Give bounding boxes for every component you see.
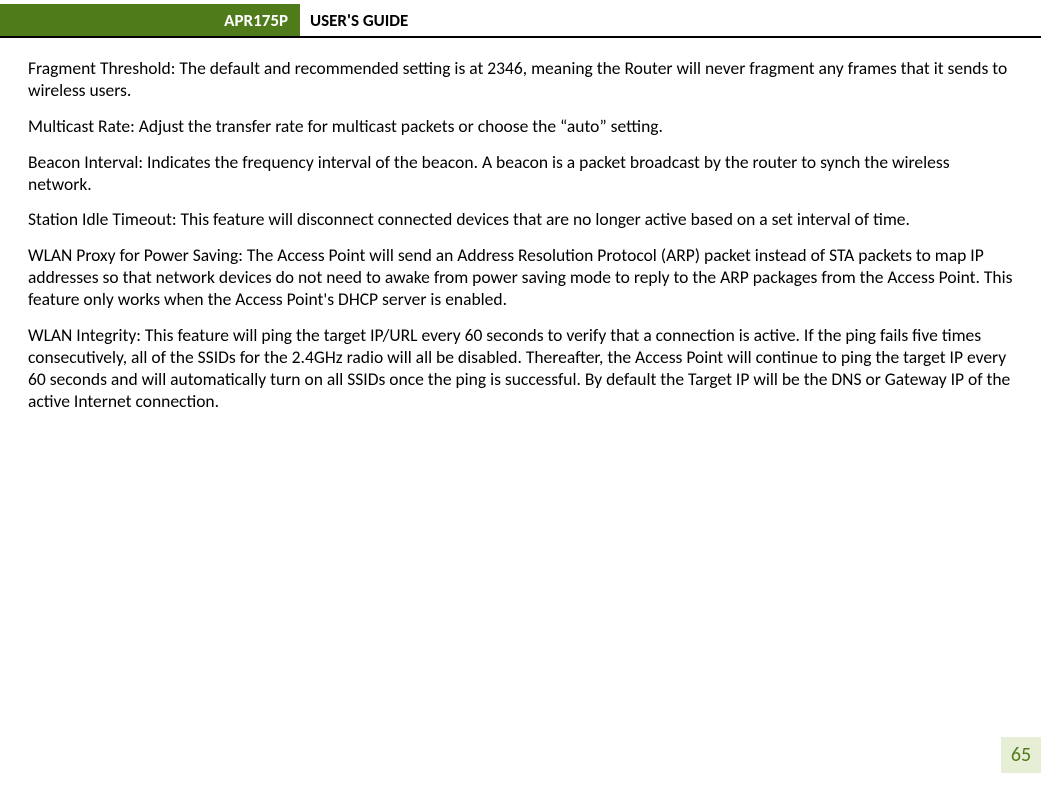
document-content: Fragment Threshold: The default and reco… bbox=[0, 38, 1041, 412]
paragraph-beacon-interval: Beacon Interval: Indicates the frequency… bbox=[28, 152, 1013, 196]
paragraph-wlan-integrity: WLAN Integrity: This feature will ping t… bbox=[28, 325, 1013, 413]
header-bar: APR175P USER'S GUIDE bbox=[0, 4, 1041, 38]
paragraph-multicast-rate: Multicast Rate: Adjust the transfer rate… bbox=[28, 116, 1013, 138]
header-title: USER'S GUIDE bbox=[300, 4, 408, 36]
header-model: APR175P bbox=[0, 4, 300, 36]
paragraph-station-idle-timeout: Station Idle Timeout: This feature will … bbox=[28, 209, 1013, 231]
paragraph-wlan-proxy: WLAN Proxy for Power Saving: The Access … bbox=[28, 245, 1013, 311]
page-number: 65 bbox=[1001, 737, 1041, 773]
paragraph-fragment-threshold: Fragment Threshold: The default and reco… bbox=[28, 58, 1013, 102]
